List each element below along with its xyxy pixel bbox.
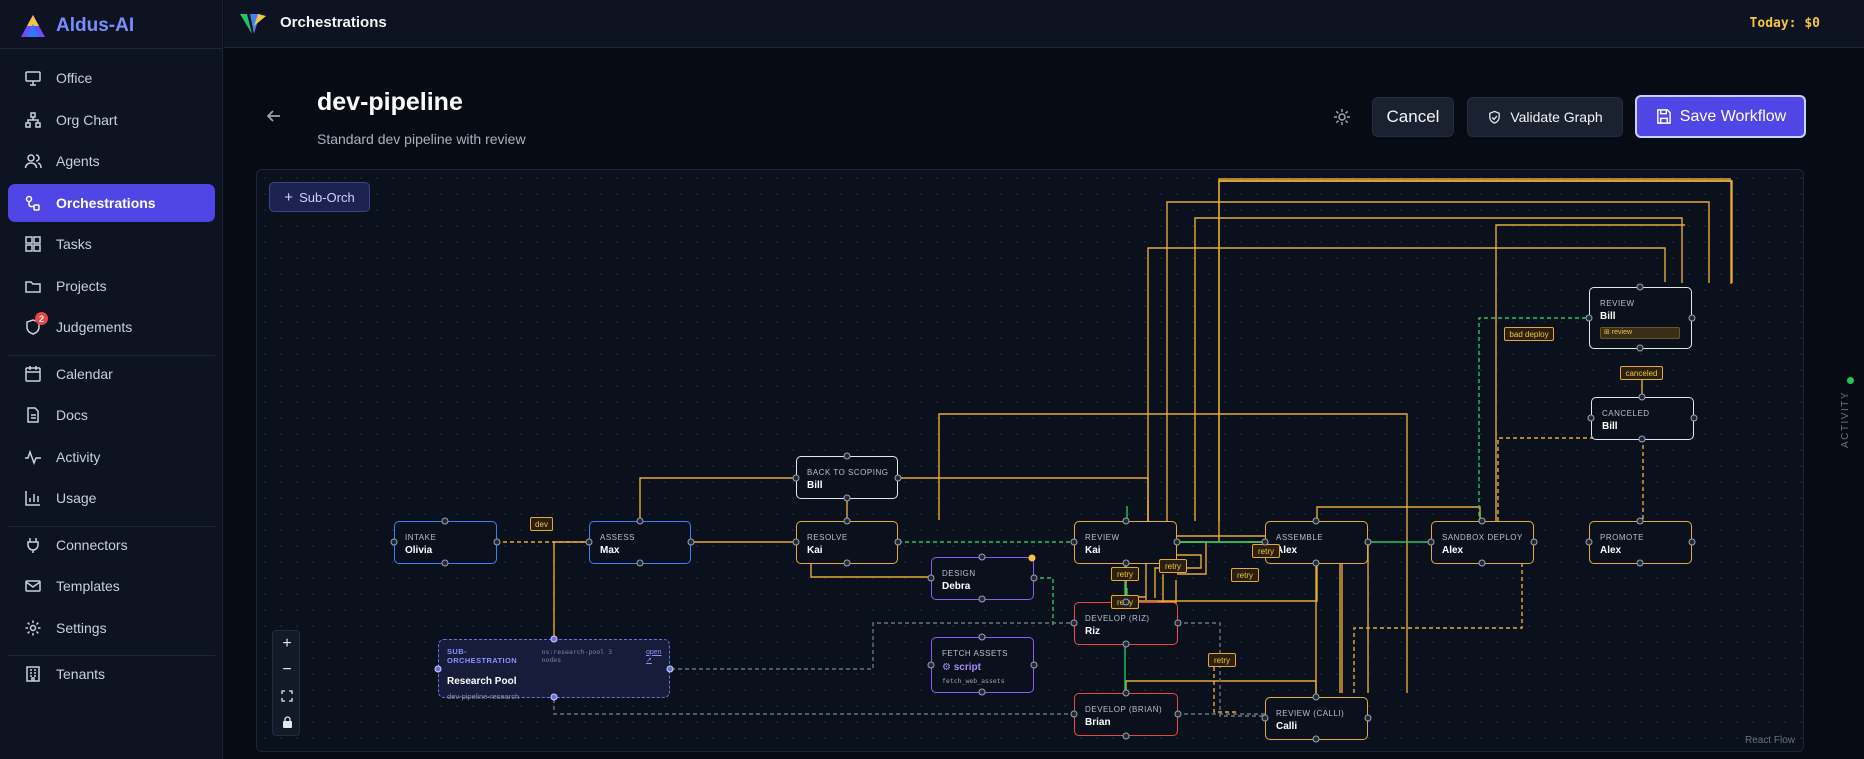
minus-icon: − (282, 661, 292, 678)
lock-icon (282, 716, 292, 728)
activity-status-dot (1847, 377, 1854, 384)
zoom-out-button[interactable]: − (273, 657, 301, 683)
react-flow-attribution[interactable]: React Flow (1745, 735, 1795, 746)
lock-button[interactable] (273, 709, 301, 735)
fit-view-button[interactable] (273, 683, 301, 709)
plus-icon: + (282, 635, 292, 652)
activity-toggle[interactable]: ACTIVITY (1840, 391, 1851, 448)
zoom-controls: + − (272, 630, 300, 736)
zoom-in-button[interactable]: + (273, 631, 301, 657)
app-root: Aldus-AI Office Org Chart Agents Orchest… (0, 0, 1864, 759)
fit-view-icon (281, 690, 293, 702)
